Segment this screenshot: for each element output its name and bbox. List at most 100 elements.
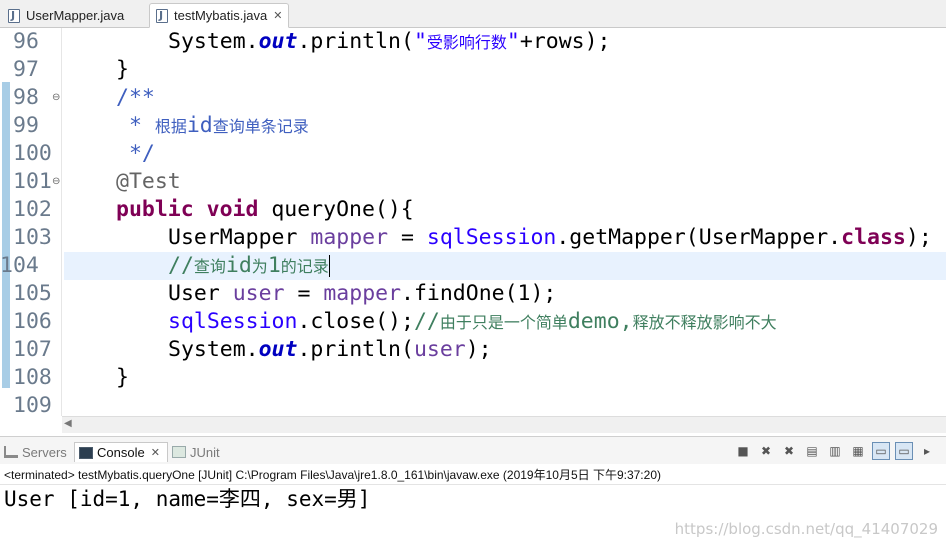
- code-token: user: [413, 337, 466, 362]
- scroll-lock-icon[interactable]: ▥: [826, 442, 844, 460]
- code-token: //查询id为1的记录: [168, 253, 329, 278]
- code-token-part: 查询单条记录: [212, 117, 309, 136]
- code-token: );: [905, 225, 932, 250]
- code-text: User user = mapper.findOne(1);: [168, 280, 556, 308]
- code-line[interactable]: 102 public void queryOne(){: [0, 196, 946, 224]
- code-line[interactable]: 97}: [0, 56, 946, 84]
- code-token-part: id: [225, 253, 252, 278]
- code-line[interactable]: 103 UserMapper mapper = sqlSession.getMap…: [0, 224, 946, 252]
- code-line[interactable]: 100 */: [0, 140, 946, 168]
- code-token: +rows);: [519, 29, 611, 54]
- line-number: 104: [0, 253, 39, 278]
- show-on-output-icon[interactable]: ▭: [872, 442, 890, 460]
- code-token: mapper: [323, 281, 402, 306]
- editor-tab-testmybatis[interactable]: testMybatis.java ✕: [149, 3, 289, 28]
- code-line[interactable]: 107 System.out.println(user);: [0, 336, 946, 364]
- line-number: 100: [13, 141, 52, 166]
- code-token: }: [116, 365, 129, 390]
- tab-junit[interactable]: JUnit: [172, 442, 220, 462]
- code-token: */: [116, 141, 155, 166]
- editor-tab-label: UserMapper.java: [26, 8, 125, 23]
- code-token-part: id: [186, 113, 213, 138]
- code-line[interactable]: 98 ⊖/**: [0, 84, 946, 112]
- code-token: User: [168, 281, 233, 306]
- line-number: 109: [13, 393, 52, 418]
- code-token: out: [258, 337, 298, 362]
- editor-tab-bar: UserMapper.java testMybatis.java ✕: [0, 0, 946, 28]
- show-on-error-icon[interactable]: ▭: [895, 442, 913, 460]
- code-token: }: [116, 57, 129, 82]
- code-token-part: 1: [267, 253, 281, 278]
- new-console-icon[interactable]: ▸: [918, 442, 936, 460]
- clear-console-icon[interactable]: ▤: [803, 442, 821, 460]
- code-token: mapper: [310, 225, 389, 250]
- bottom-view-tab-bar: Servers Console ✕ JUnit ■ ✖ ✖ ▤ ▥ ▦ ▭ ▭ …: [0, 436, 946, 464]
- code-line[interactable]: 96 System.out.println("受影响行数"+rows);: [0, 28, 946, 56]
- close-icon[interactable]: ✕: [151, 446, 160, 459]
- scroll-left-icon[interactable]: ◀: [64, 418, 72, 429]
- console-output[interactable]: User [id=1, name=李四, sex=男]: [4, 485, 370, 513]
- junit-icon: [172, 446, 186, 458]
- code-token-part: //: [413, 309, 440, 334]
- code-token: .close();: [297, 309, 414, 334]
- text-caret: [328, 255, 330, 277]
- code-token-part: ": [506, 29, 520, 54]
- code-text: System.out.println("受影响行数"+rows);: [168, 28, 610, 57]
- code-token: out: [258, 29, 298, 54]
- code-line[interactable]: 106 sqlSession.close();//由于只是一个简单demo,释放不…: [0, 308, 946, 336]
- horizontal-scrollbar[interactable]: ◀: [62, 416, 946, 433]
- code-line[interactable]: 105 User user = mapper.findOne(1);: [0, 280, 946, 308]
- code-text: sqlSession.close();//由于只是一个简单demo,释放不释放影…: [168, 308, 777, 337]
- word-wrap-icon[interactable]: ▦: [849, 442, 867, 460]
- close-icon[interactable]: ✕: [273, 9, 282, 22]
- code-line[interactable]: 99 * 根据id查询单条记录: [0, 112, 946, 140]
- code-token: /**: [116, 85, 155, 110]
- fold-toggle-icon[interactable]: ⊖: [52, 84, 60, 112]
- line-number: 99: [13, 113, 39, 138]
- code-token-part: 为: [251, 257, 268, 276]
- line-number: 105: [13, 281, 52, 306]
- code-token: class: [841, 225, 906, 250]
- code-text: * 根据id查询单条记录: [116, 112, 309, 141]
- tab-junit-label: JUnit: [190, 444, 220, 460]
- code-token-part: ": [413, 29, 427, 54]
- code-token: sqlSession: [168, 309, 298, 334]
- console-icon: [79, 446, 93, 459]
- code-token: );: [465, 337, 492, 362]
- remove-all-icon[interactable]: ✖: [780, 442, 798, 460]
- console-toolbar: ■ ✖ ✖ ▤ ▥ ▦ ▭ ▭ ▸: [734, 442, 936, 462]
- code-token-part: *: [116, 113, 155, 138]
- code-text: public void queryOne(){: [116, 196, 414, 224]
- code-token: @Test: [116, 169, 181, 194]
- line-number: 106: [13, 309, 52, 334]
- code-token-part: 由于只是一个简单: [439, 313, 568, 332]
- line-number: 108: [13, 365, 52, 390]
- code-token-part: 根据: [154, 117, 187, 136]
- code-line[interactable]: 101 ⊖ @Test: [0, 168, 946, 196]
- java-file-icon: [8, 8, 20, 23]
- code-token: System.: [168, 337, 259, 362]
- code-token: .println(: [297, 29, 414, 54]
- terminate-icon[interactable]: ■: [734, 442, 752, 460]
- tab-console[interactable]: Console ✕: [74, 442, 168, 462]
- line-number: 107: [13, 337, 52, 362]
- code-token: .findOne(1);: [401, 281, 557, 306]
- code-line[interactable]: 108}: [0, 364, 946, 392]
- tab-servers[interactable]: Servers: [4, 442, 67, 462]
- fold-toggle-icon[interactable]: ⊖: [52, 168, 60, 196]
- java-file-icon: [156, 8, 168, 23]
- code-token: UserMapper: [168, 225, 311, 250]
- code-line[interactable]: 104 //查询id为1的记录: [0, 252, 946, 280]
- editor-tab-usermapper[interactable]: UserMapper.java: [2, 3, 145, 28]
- line-number: 103: [13, 225, 52, 250]
- code-token: =: [284, 281, 324, 306]
- code-token-part: 的记录: [280, 257, 329, 276]
- code-token: //由于只是一个简单demo,释放不释放影响不大: [414, 309, 777, 334]
- tab-console-label: Console: [97, 445, 145, 460]
- code-editor[interactable]: 96 System.out.println("受影响行数"+rows); 97} 98…: [0, 28, 946, 418]
- servers-icon: [4, 446, 18, 458]
- code-token: * 根据id查询单条记录: [116, 113, 309, 138]
- remove-launch-icon[interactable]: ✖: [757, 442, 775, 460]
- code-token: user: [232, 281, 285, 306]
